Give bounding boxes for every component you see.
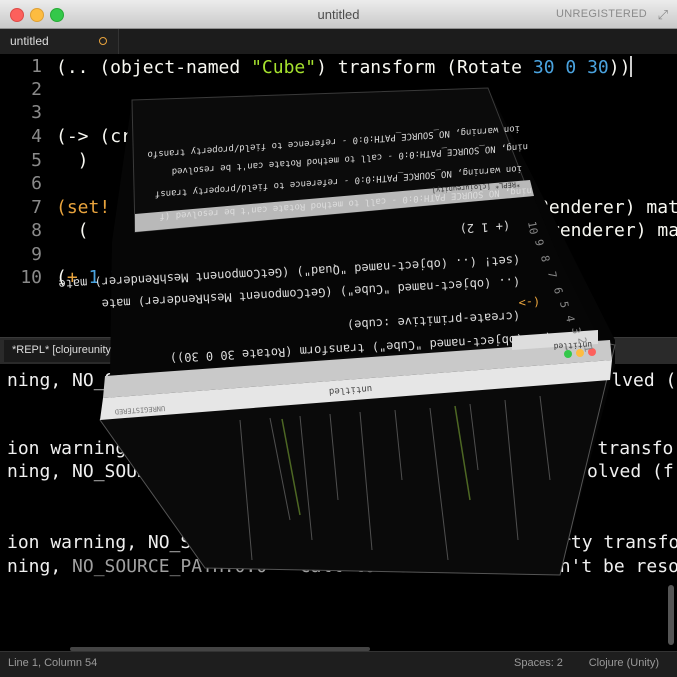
code-line-8: ( bbox=[56, 220, 89, 241]
repl-text-dim: NO_SOURCE_PATH:0:0 - call to method Rota… bbox=[72, 556, 528, 577]
code-line-10: (+ 1 2) bbox=[56, 267, 132, 288]
code-number: 1 bbox=[88, 267, 100, 288]
code-text: (cre bbox=[88, 126, 143, 147]
tab-untitled[interactable]: untitled bbox=[0, 29, 119, 54]
line-number: 7 bbox=[31, 197, 42, 218]
cursor-position: Line 1, Column 54 bbox=[8, 657, 98, 669]
repl-line: ning, NO_SOURC bbox=[7, 461, 159, 482]
code-line-8-tail: renderer) mate bbox=[549, 220, 677, 241]
code-text: ( bbox=[56, 267, 67, 288]
line-number: 6 bbox=[31, 173, 42, 194]
line-number: 1 bbox=[31, 56, 42, 77]
repl-tab-label: *REPL* [clojureunity] bbox=[12, 344, 115, 356]
line-number: 9 bbox=[31, 244, 42, 265]
code-line-7: (set! ( bbox=[56, 197, 132, 218]
code-line-7-tail: Renderer) mate bbox=[538, 197, 677, 218]
tab-repl[interactable]: *REPL* [clojureunity] bbox=[4, 340, 116, 362]
indentation-setting[interactable]: Spaces: 2 bbox=[514, 657, 563, 669]
code-line-5: ) bbox=[56, 150, 89, 171]
status-bar: Line 1, Column 54 Spaces: 2 Clojure (Uni… bbox=[0, 651, 677, 677]
repl-line: ion warning, NO_SO bbox=[7, 532, 203, 553]
text-cursor bbox=[630, 56, 632, 77]
code-line-4: (-> (cre bbox=[56, 126, 143, 147]
code-text: ( bbox=[110, 197, 132, 218]
tab-label: untitled bbox=[10, 34, 49, 48]
code-text: ) transform (Rotate bbox=[316, 57, 533, 78]
line-number: 4 bbox=[31, 126, 42, 147]
line-number: 8 bbox=[31, 220, 42, 241]
line-number: 2 bbox=[31, 79, 42, 100]
code-number: 2 bbox=[110, 267, 122, 288]
repl-line: ning, NO_SO bbox=[7, 370, 126, 391]
repl-line-tail: property transfo bbox=[500, 438, 674, 459]
vertical-scrollbar[interactable] bbox=[668, 585, 674, 645]
repl-line-tail: be resolved (f bbox=[522, 461, 674, 482]
unregistered-label: UNREGISTERED bbox=[556, 8, 647, 20]
code-editor[interactable]: 1 2 3 4 5 6 7 8 9 10 (.. (object-named "… bbox=[0, 54, 677, 337]
repl-line: ion warning, NO_SOURC bbox=[7, 438, 235, 459]
repl-tab-bar: *REPL* [clojureunity] bbox=[0, 337, 677, 365]
code-operator: + bbox=[66, 267, 78, 288]
repl-output[interactable]: ning, NO_SO resolved (f ion warning, NO_… bbox=[0, 364, 677, 648]
syntax-selector[interactable]: Clojure (Unity) bbox=[589, 657, 659, 669]
line-number-gutter: 1 2 3 4 5 6 7 8 9 10 bbox=[0, 54, 42, 337]
code-number: 30 bbox=[532, 57, 555, 78]
code-text: ) bbox=[121, 267, 132, 288]
code-text: (.. (object-named bbox=[56, 57, 252, 78]
repl-line-tail: resolved (f bbox=[568, 370, 677, 391]
modified-dot-icon[interactable] bbox=[99, 37, 107, 45]
code-text: (-> bbox=[56, 126, 89, 147]
line-number: 3 bbox=[31, 102, 42, 123]
code-number: 0 bbox=[565, 57, 577, 78]
tab-bar: untitled bbox=[0, 29, 677, 55]
repl-line-tail: reference to field/property transfo bbox=[300, 532, 677, 553]
code-string: "Cube" bbox=[251, 57, 317, 78]
line-number: 5 bbox=[31, 150, 42, 171]
expand-arrows-icon[interactable]: ⤢ bbox=[658, 8, 668, 23]
code-text: )) bbox=[608, 57, 631, 78]
sublime-window: untitled UNREGISTERED ⤢ untitled 1 2 3 4… bbox=[0, 0, 677, 677]
title-bar: untitled UNREGISTERED ⤢ bbox=[0, 0, 677, 29]
code-keyword: (set! bbox=[56, 197, 111, 218]
repl-text: ning, NO_SO bbox=[7, 370, 127, 391]
repl-text: ning, bbox=[7, 556, 73, 577]
code-line-1: (.. (object-named "Cube") transform (Rot… bbox=[56, 56, 632, 78]
code-number: 30 bbox=[587, 57, 609, 78]
repl-text: can't be resolved (f bbox=[538, 556, 677, 577]
line-number: 10 bbox=[20, 267, 42, 288]
repl-line: ning, NO_SOURCE_PATH:0:0 - call to metho… bbox=[7, 556, 677, 577]
